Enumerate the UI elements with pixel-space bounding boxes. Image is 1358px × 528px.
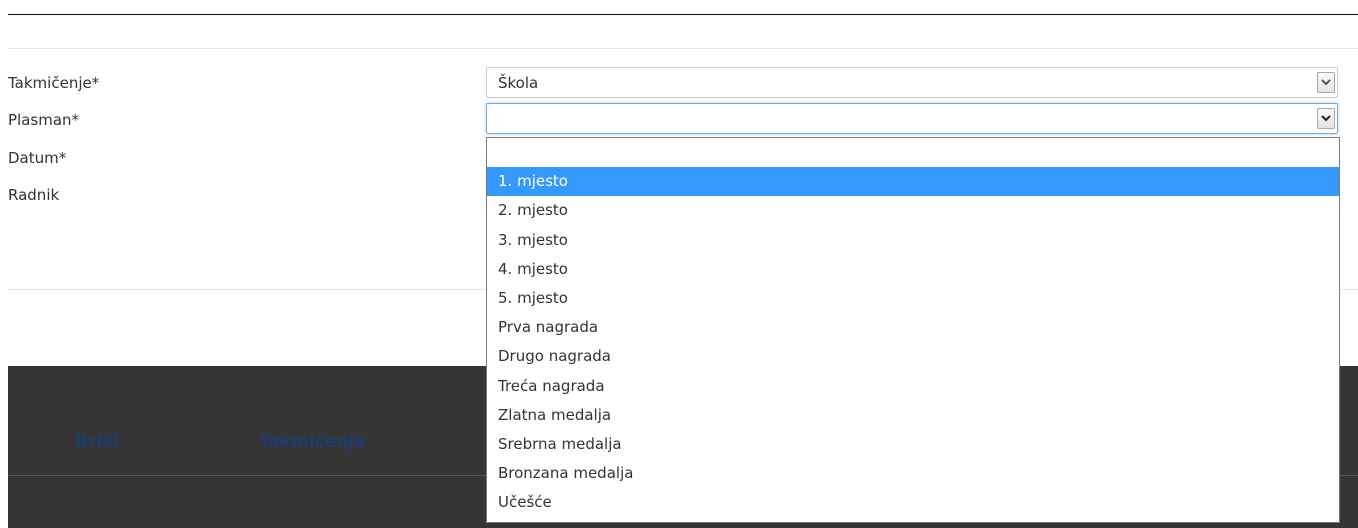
top-divider (8, 14, 1358, 15)
column-header-delete[interactable]: Briši (75, 432, 118, 452)
worker-label: Radnik (8, 186, 60, 204)
dropdown-option[interactable]: Bronzana medalja (487, 459, 1339, 488)
dropdown-option[interactable]: 4. mjesto (487, 255, 1339, 284)
chevron-down-icon[interactable] (1317, 72, 1335, 93)
dropdown-option[interactable]: Prva nagrada (487, 313, 1339, 342)
dropdown-option[interactable]: Učešće (487, 488, 1339, 517)
dropdown-option[interactable]: 5. mjesto (487, 284, 1339, 313)
dropdown-option[interactable]: 3. mjesto (487, 226, 1339, 255)
competition-label: Takmičenje* (8, 74, 100, 92)
placement-dropdown-list[interactable]: 1. mjesto 2. mjesto 3. mjesto 4. mjesto … (486, 137, 1340, 523)
dropdown-option[interactable]: Zlatna medalja (487, 401, 1339, 430)
dropdown-option[interactable]: Drugo nagrada (487, 342, 1339, 371)
dropdown-option[interactable]: Srebrna medalja (487, 430, 1339, 459)
chevron-down-icon[interactable] (1317, 108, 1335, 129)
dropdown-option[interactable] (487, 138, 1339, 167)
column-header-competitions[interactable]: Takmičenja (259, 432, 366, 452)
placement-label: Plasman* (8, 111, 80, 129)
placement-select[interactable] (486, 103, 1338, 134)
page: Takmičenje* Plasman* Datum* Radnik Škola… (0, 0, 1358, 528)
competition-select[interactable]: Škola (486, 67, 1338, 98)
modal-header-divider (8, 48, 1358, 49)
dropdown-option-highlighted[interactable]: 1. mjesto (487, 167, 1339, 197)
dropdown-option[interactable]: 2. mjesto (487, 196, 1339, 225)
competition-select-value: Škola (498, 74, 539, 92)
date-label: Datum* (8, 149, 67, 167)
dropdown-option[interactable]: Treća nagrada (487, 372, 1339, 401)
